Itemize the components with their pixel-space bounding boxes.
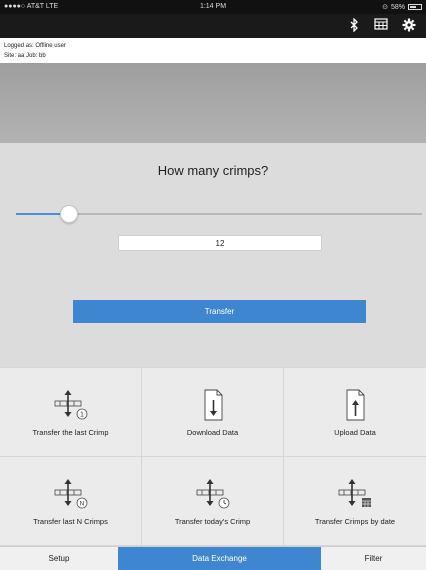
- action-grid: 1 Transfer the last Crimp Download Data …: [0, 367, 426, 546]
- tab-data-exchange[interactable]: Data Exchange: [118, 547, 321, 570]
- transfer-today-button[interactable]: Transfer today's Crimp: [142, 457, 284, 546]
- download-data-icon: [142, 388, 283, 422]
- site-job-label: Site: aa Job: bb: [4, 53, 46, 59]
- transfer-last-crimp-label: Transfer the last Crimp: [32, 428, 109, 437]
- transfer-last-n-label: Transfer last N Crimps: [33, 517, 108, 526]
- nav-bar: [0, 14, 426, 38]
- upload-data-icon: [284, 388, 426, 422]
- last-crimp-badge: 1: [80, 412, 84, 419]
- transfer-by-date-button[interactable]: Transfer Crimps by date: [284, 457, 426, 546]
- bluetooth-icon[interactable]: [345, 17, 363, 34]
- clock: 1:14 PM: [199, 3, 227, 10]
- transfer-last-crimp-icon: 1: [0, 388, 141, 422]
- tab-setup[interactable]: Setup: [0, 547, 118, 570]
- crimp-count-panel: How many crimps? Transfer: [0, 143, 426, 367]
- status-bar: ●●●●○ AT&T LTE 1:14 PM ⊙ 58%: [0, 0, 426, 14]
- transfer-last-crimp-button[interactable]: 1 Transfer the last Crimp: [0, 368, 142, 457]
- last-n-badge: N: [79, 501, 84, 508]
- crimp-count-slider[interactable]: [16, 205, 422, 223]
- download-data-button[interactable]: Download Data: [142, 368, 284, 457]
- transfer-button[interactable]: Transfer: [73, 300, 366, 323]
- transfer-last-n-icon: N: [0, 477, 141, 511]
- crimp-count-question: How many crimps?: [157, 163, 269, 178]
- tab-filter[interactable]: Filter: [321, 547, 426, 570]
- transfer-today-label: Transfer today's Crimp: [174, 517, 251, 526]
- bottom-tab-bar: Setup Data Exchange Filter: [0, 546, 426, 570]
- gear-icon[interactable]: [400, 18, 418, 34]
- transfer-last-n-button[interactable]: N Transfer last N Crimps: [0, 457, 142, 546]
- location-icon: ⊙: [382, 4, 388, 11]
- transfer-by-date-icon: [284, 477, 426, 511]
- upload-data-label: Upload Data: [334, 428, 376, 437]
- download-data-label: Download Data: [186, 428, 239, 437]
- table-icon[interactable]: [372, 18, 390, 34]
- battery-icon: [408, 4, 422, 10]
- slider-thumb[interactable]: [60, 205, 78, 223]
- transfer-today-icon: [142, 477, 283, 511]
- battery-percent: 58%: [390, 3, 405, 11]
- header-banner: [0, 63, 426, 143]
- upload-data-button[interactable]: Upload Data: [284, 368, 426, 457]
- user-info: Logged as: Offline user Site: aa Job: bb: [0, 38, 426, 62]
- status-right: ⊙ 58%: [382, 3, 422, 11]
- transfer-by-date-label: Transfer Crimps by date: [314, 517, 396, 526]
- logged-as-label: Logged as: Offline user: [4, 43, 66, 49]
- crimp-count-input[interactable]: [118, 235, 322, 251]
